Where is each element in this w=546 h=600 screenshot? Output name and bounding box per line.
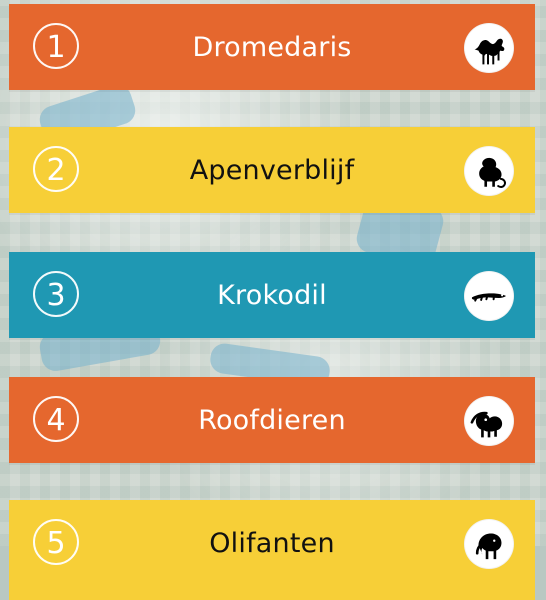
camel-icon [464,23,514,73]
list-item-dromedaris[interactable]: 1 Dromedaris [9,4,535,90]
lion-icon [464,396,514,446]
list-item-apenverblijf[interactable]: 2 Apenverblijf [9,127,535,213]
elephant-icon [464,519,514,569]
monkey-icon [464,146,514,196]
item-label: Olifanten [209,527,335,559]
list-item-roofdieren[interactable]: 4 Roofdieren [9,377,535,463]
item-label: Dromedaris [192,31,352,63]
list-item-olifanten[interactable]: 5 Olifanten [9,500,535,600]
item-label: Roofdieren [198,404,346,436]
crocodile-icon [464,271,514,321]
item-label: Apenverblijf [189,154,355,186]
list-item-krokodil[interactable]: 3 Krokodil [9,252,535,338]
item-label: Krokodil [217,279,327,311]
attractions-list: 1 Dromedaris 2 Apenverblijf 3 Krokodil 4… [0,0,546,600]
